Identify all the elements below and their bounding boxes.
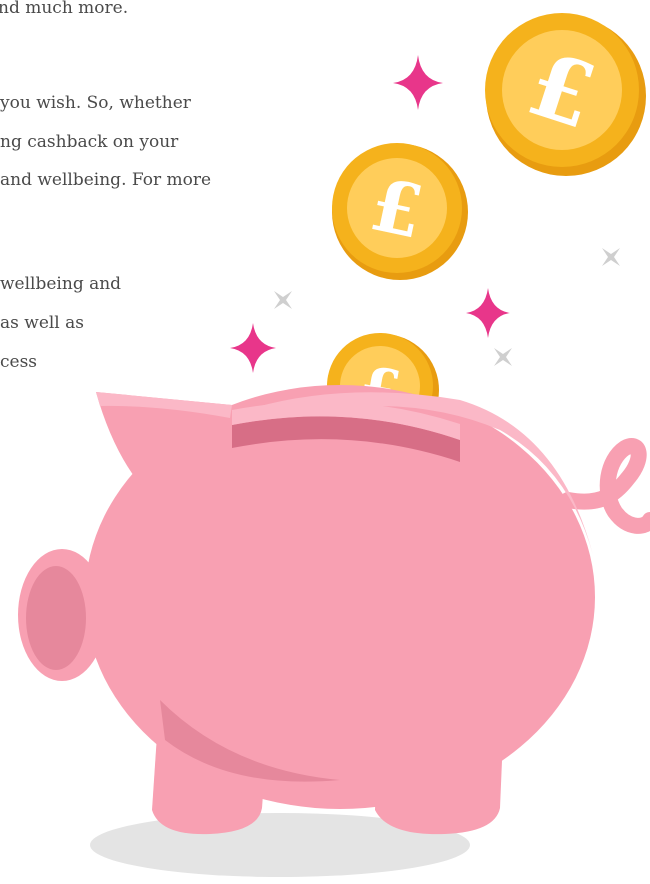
piggy-bank-illustration: £ £ £	[18, 13, 650, 877]
gray-sparkle-icon	[494, 348, 512, 366]
gray-sparkle-icon	[274, 291, 292, 309]
pig-tail	[560, 438, 650, 534]
pink-sparkle-icon	[393, 55, 443, 110]
pound-coin-icon: £	[485, 13, 646, 176]
pound-coin-icon: £	[332, 143, 468, 280]
pink-sparkle-icon	[230, 323, 276, 373]
gray-sparkle-icon	[602, 248, 620, 266]
pig-snout-front	[26, 566, 86, 670]
pink-sparkle-icon	[466, 288, 510, 338]
piggy-bank-icon	[18, 385, 650, 835]
page-canvas: nd much more. you wish. So, whether ng c…	[0, 0, 650, 884]
